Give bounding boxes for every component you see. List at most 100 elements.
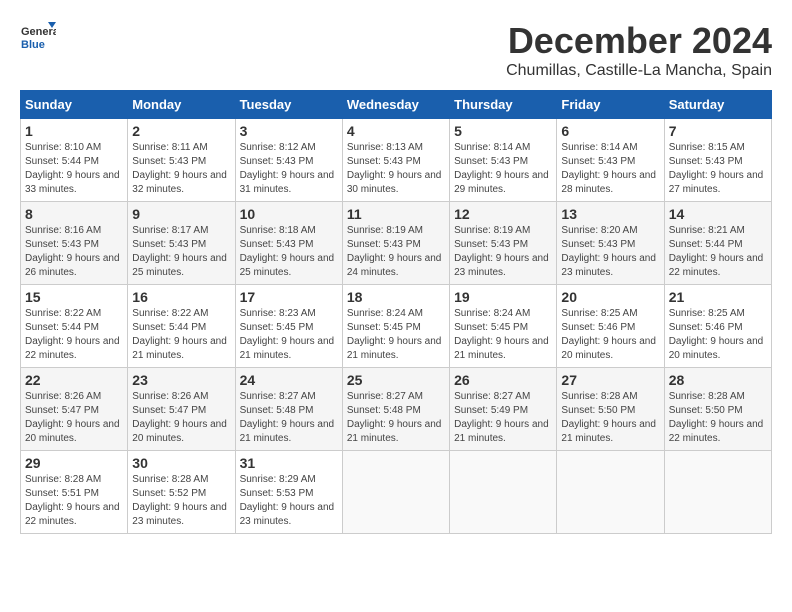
- logo: General Blue: [20, 20, 56, 56]
- day-number: 23: [132, 372, 230, 388]
- calendar-cell: 10 Sunrise: 8:18 AMSunset: 5:43 PMDayligh…: [235, 202, 342, 285]
- svg-text:General: General: [21, 26, 56, 38]
- calendar-cell: 29 Sunrise: 8:28 AMSunset: 5:51 PMDayligh…: [21, 451, 128, 534]
- day-number: 26: [454, 372, 552, 388]
- day-number: 9: [132, 206, 230, 222]
- calendar-cell: [557, 451, 664, 534]
- col-tuesday: Tuesday: [235, 91, 342, 119]
- calendar-cell: 31 Sunrise: 8:29 AMSunset: 5:53 PMDayligh…: [235, 451, 342, 534]
- day-number: 6: [561, 123, 659, 139]
- day-number: 16: [132, 289, 230, 305]
- calendar-cell: 28 Sunrise: 8:28 AMSunset: 5:50 PMDayligh…: [664, 368, 771, 451]
- day-info: Sunrise: 8:17 AMSunset: 5:43 PMDaylight:…: [132, 224, 230, 280]
- day-number: 3: [240, 123, 338, 139]
- logo-inner: General Blue: [20, 20, 56, 56]
- calendar-cell: 20 Sunrise: 8:25 AMSunset: 5:46 PMDayligh…: [557, 285, 664, 368]
- day-number: 13: [561, 206, 659, 222]
- month-title: December 2024: [506, 20, 772, 62]
- location-title: Chumillas, Castille-La Mancha, Spain: [506, 62, 772, 80]
- day-info: Sunrise: 8:25 AMSunset: 5:46 PMDaylight:…: [669, 307, 767, 363]
- day-info: Sunrise: 8:27 AMSunset: 5:48 PMDaylight:…: [240, 390, 338, 446]
- day-info: Sunrise: 8:18 AMSunset: 5:43 PMDaylight:…: [240, 224, 338, 280]
- day-info: Sunrise: 8:24 AMSunset: 5:45 PMDaylight:…: [454, 307, 552, 363]
- day-number: 30: [132, 455, 230, 471]
- day-number: 24: [240, 372, 338, 388]
- day-number: 29: [25, 455, 123, 471]
- calendar-cell: 7 Sunrise: 8:15 AMSunset: 5:43 PMDaylight…: [664, 119, 771, 202]
- day-info: Sunrise: 8:28 AMSunset: 5:50 PMDaylight:…: [561, 390, 659, 446]
- day-info: Sunrise: 8:26 AMSunset: 5:47 PMDaylight:…: [132, 390, 230, 446]
- day-number: 11: [347, 206, 445, 222]
- day-number: 10: [240, 206, 338, 222]
- week-row-5: 29 Sunrise: 8:28 AMSunset: 5:51 PMDayligh…: [21, 451, 772, 534]
- day-number: 21: [669, 289, 767, 305]
- day-info: Sunrise: 8:28 AMSunset: 5:51 PMDaylight:…: [25, 473, 123, 529]
- calendar-cell: 1 Sunrise: 8:10 AMSunset: 5:44 PMDaylight…: [21, 119, 128, 202]
- calendar-body: 1 Sunrise: 8:10 AMSunset: 5:44 PMDaylight…: [21, 119, 772, 534]
- day-info: Sunrise: 8:10 AMSunset: 5:44 PMDaylight:…: [25, 141, 123, 197]
- day-info: Sunrise: 8:13 AMSunset: 5:43 PMDaylight:…: [347, 141, 445, 197]
- day-info: Sunrise: 8:26 AMSunset: 5:47 PMDaylight:…: [25, 390, 123, 446]
- day-info: Sunrise: 8:25 AMSunset: 5:46 PMDaylight:…: [561, 307, 659, 363]
- week-row-2: 8Sunrise: 8:16 AMSunset: 5:43 PMDaylight…: [21, 202, 772, 285]
- calendar-cell: [342, 451, 449, 534]
- calendar-table: Sunday Monday Tuesday Wednesday Thursday…: [20, 90, 772, 534]
- day-number: 17: [240, 289, 338, 305]
- week-row-4: 22 Sunrise: 8:26 AMSunset: 5:47 PMDayligh…: [21, 368, 772, 451]
- day-number: 22: [25, 372, 123, 388]
- day-number: 15: [25, 289, 123, 305]
- calendar-cell: 12 Sunrise: 8:19 AMSunset: 5:43 PMDayligh…: [450, 202, 557, 285]
- calendar-cell: 13 Sunrise: 8:20 AMSunset: 5:43 PMDayligh…: [557, 202, 664, 285]
- day-number: 19: [454, 289, 552, 305]
- day-info: Sunrise: 8:22 AMSunset: 5:44 PMDaylight:…: [132, 307, 230, 363]
- calendar-cell: 27Sunrise: 8:28 AMSunset: 5:50 PMDayligh…: [557, 368, 664, 451]
- calendar-cell: [664, 451, 771, 534]
- day-number: 28: [669, 372, 767, 388]
- day-info: Sunrise: 8:23 AMSunset: 5:45 PMDaylight:…: [240, 307, 338, 363]
- col-saturday: Saturday: [664, 91, 771, 119]
- day-info: Sunrise: 8:19 AMSunset: 5:43 PMDaylight:…: [454, 224, 552, 280]
- day-number: 20: [561, 289, 659, 305]
- day-number: 31: [240, 455, 338, 471]
- day-info: Sunrise: 8:22 AMSunset: 5:44 PMDaylight:…: [25, 307, 123, 363]
- day-number: 12: [454, 206, 552, 222]
- calendar-cell: 26Sunrise: 8:27 AMSunset: 5:49 PMDayligh…: [450, 368, 557, 451]
- day-number: 7: [669, 123, 767, 139]
- calendar-cell: 25Sunrise: 8:27 AMSunset: 5:48 PMDayligh…: [342, 368, 449, 451]
- week-row-3: 15 Sunrise: 8:22 AMSunset: 5:44 PMDayligh…: [21, 285, 772, 368]
- calendar-cell: 11 Sunrise: 8:19 AMSunset: 5:43 PMDayligh…: [342, 202, 449, 285]
- calendar-cell: 9 Sunrise: 8:17 AMSunset: 5:43 PMDaylight…: [128, 202, 235, 285]
- calendar-cell: 23 Sunrise: 8:26 AMSunset: 5:47 PMDayligh…: [128, 368, 235, 451]
- day-number: 4: [347, 123, 445, 139]
- logo-svg: General Blue: [20, 20, 56, 56]
- day-info: Sunrise: 8:29 AMSunset: 5:53 PMDaylight:…: [240, 473, 338, 529]
- day-number: 18: [347, 289, 445, 305]
- calendar-cell: 19 Sunrise: 8:24 AMSunset: 5:45 PMDayligh…: [450, 285, 557, 368]
- calendar-cell: 6 Sunrise: 8:14 AMSunset: 5:43 PMDaylight…: [557, 119, 664, 202]
- calendar-cell: 22 Sunrise: 8:26 AMSunset: 5:47 PMDayligh…: [21, 368, 128, 451]
- day-number: 5: [454, 123, 552, 139]
- calendar-cell: 16 Sunrise: 8:22 AMSunset: 5:44 PMDayligh…: [128, 285, 235, 368]
- calendar-cell: 14Sunrise: 8:21 AMSunset: 5:44 PMDayligh…: [664, 202, 771, 285]
- day-number: 25: [347, 372, 445, 388]
- calendar-cell: 18Sunrise: 8:24 AMSunset: 5:45 PMDayligh…: [342, 285, 449, 368]
- week-row-1: 1 Sunrise: 8:10 AMSunset: 5:44 PMDaylight…: [21, 119, 772, 202]
- header-row: Sunday Monday Tuesday Wednesday Thursday…: [21, 91, 772, 119]
- calendar-cell: 2Sunrise: 8:11 AMSunset: 5:43 PMDaylight…: [128, 119, 235, 202]
- calendar-cell: [450, 451, 557, 534]
- header: General Blue December 2024 Chumillas, Ca…: [20, 20, 772, 80]
- col-wednesday: Wednesday: [342, 91, 449, 119]
- day-info: Sunrise: 8:14 AMSunset: 5:43 PMDaylight:…: [561, 141, 659, 197]
- day-info: Sunrise: 8:15 AMSunset: 5:43 PMDaylight:…: [669, 141, 767, 197]
- day-info: Sunrise: 8:19 AMSunset: 5:43 PMDaylight:…: [347, 224, 445, 280]
- day-number: 1: [25, 123, 123, 139]
- day-info: Sunrise: 8:11 AMSunset: 5:43 PMDaylight:…: [132, 141, 230, 197]
- calendar-cell: 15 Sunrise: 8:22 AMSunset: 5:44 PMDayligh…: [21, 285, 128, 368]
- calendar-cell: 3Sunrise: 8:12 AMSunset: 5:43 PMDaylight…: [235, 119, 342, 202]
- day-info: Sunrise: 8:14 AMSunset: 5:43 PMDaylight:…: [454, 141, 552, 197]
- col-friday: Friday: [557, 91, 664, 119]
- title-section: December 2024 Chumillas, Castille-La Man…: [506, 20, 772, 80]
- col-thursday: Thursday: [450, 91, 557, 119]
- day-info: Sunrise: 8:28 AMSunset: 5:50 PMDaylight:…: [669, 390, 767, 446]
- day-info: Sunrise: 8:20 AMSunset: 5:43 PMDaylight:…: [561, 224, 659, 280]
